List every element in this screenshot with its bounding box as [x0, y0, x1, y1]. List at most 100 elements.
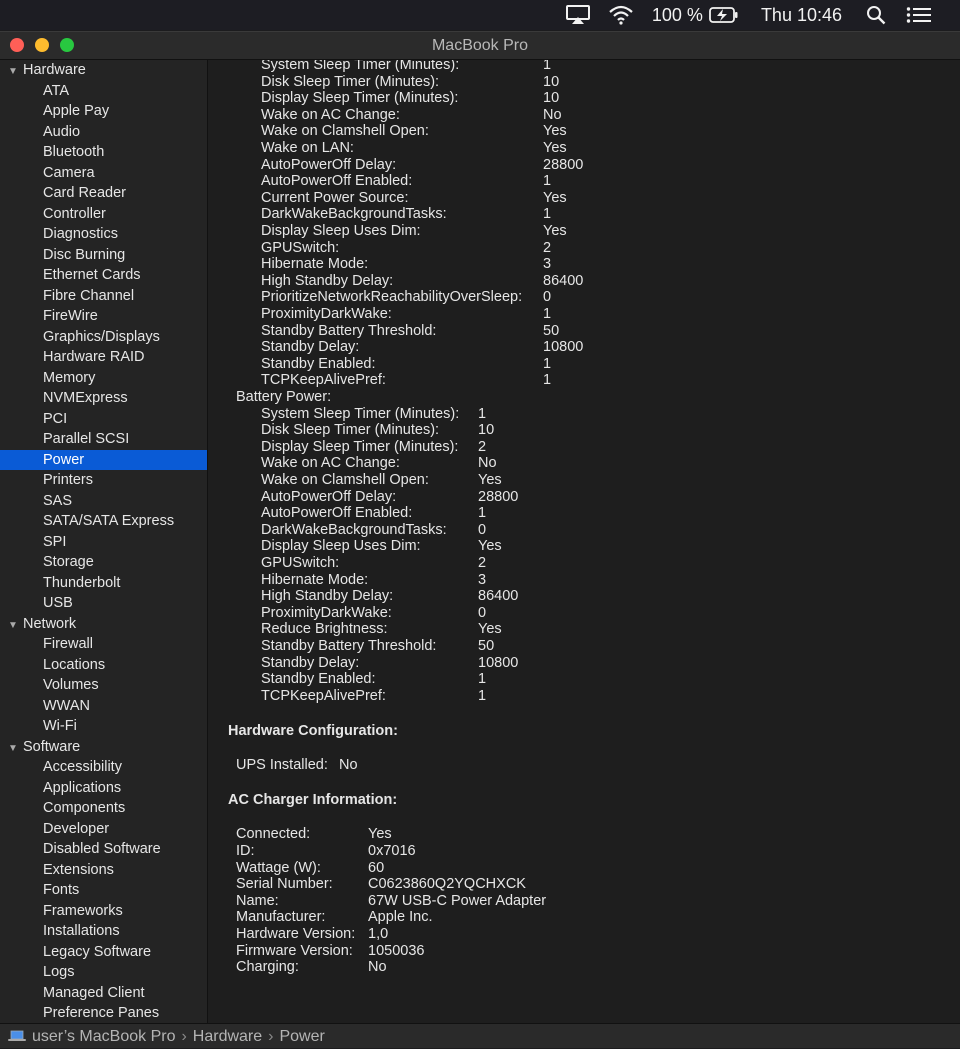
battery-charging-icon[interactable]: [709, 6, 739, 24]
field-label: Hibernate Mode:: [261, 571, 369, 588]
field-label: Standby Battery Threshold:: [261, 638, 437, 654]
field-value: 1: [543, 206, 552, 223]
sidebar-item-memory[interactable]: Memory: [0, 368, 207, 389]
sidebar-item-card-reader[interactable]: Card Reader: [0, 183, 207, 204]
airplay-icon[interactable]: [565, 5, 590, 25]
field-label: Wake on AC Change:: [261, 455, 400, 472]
field-value: 67W USB-C Power Adapter: [368, 892, 547, 909]
sidebar-item-accessibility[interactable]: Accessibility: [0, 757, 207, 778]
disclosure-triangle-icon[interactable]: ▼: [8, 62, 23, 83]
disclosure-triangle-icon[interactable]: ▼: [8, 616, 23, 637]
sidebar-item-firewall[interactable]: Firewall: [0, 634, 207, 655]
wifi-icon[interactable]: [608, 5, 634, 25]
zoom-button[interactable]: [60, 38, 74, 52]
close-button[interactable]: [10, 38, 24, 52]
sidebar-item-ata[interactable]: ATA: [0, 81, 207, 102]
field-label: DarkWakeBackgroundTasks:: [261, 206, 447, 223]
field-label: Firmware Version:: [236, 942, 353, 959]
sidebar-item-fonts[interactable]: Fonts: [0, 880, 207, 901]
sidebar-item-hardware-raid[interactable]: Hardware RAID: [0, 347, 207, 368]
disclosure-triangle-icon[interactable]: ▼: [8, 739, 23, 760]
sidebar-item-installations[interactable]: Installations: [0, 921, 207, 942]
sidebar-item-apple-pay[interactable]: Apple Pay: [0, 101, 207, 122]
path-crumb[interactable]: user’s MacBook Pro: [32, 1024, 175, 1049]
field-value: C0623860Q2YQCHXCK: [368, 876, 526, 893]
minimize-button[interactable]: [35, 38, 49, 52]
field-label: Wattage (W):: [236, 859, 321, 876]
field-label: AutoPowerOff Delay:: [261, 488, 397, 505]
sidebar-item-preference-panes[interactable]: Preference Panes: [0, 1003, 207, 1023]
field-value: Yes: [543, 123, 567, 140]
sidebar-item-wwan[interactable]: WWAN: [0, 696, 207, 717]
field-value: 1050036: [368, 942, 425, 959]
sidebar-item-printers[interactable]: Printers: [0, 470, 207, 491]
sidebar-item-extensions[interactable]: Extensions: [0, 860, 207, 881]
path-crumb[interactable]: Power: [279, 1024, 324, 1049]
sidebar-item-firewire[interactable]: FireWire: [0, 306, 207, 327]
sidebar-item-fibre-channel[interactable]: Fibre Channel: [0, 286, 207, 307]
menubar-clock[interactable]: Thu 10:46: [761, 5, 842, 26]
sidebar-item-volumes[interactable]: Volumes: [0, 675, 207, 696]
field-label: Standby Delay:: [261, 654, 360, 671]
sidebar-item-storage[interactable]: Storage: [0, 552, 207, 573]
field-label: System Sleep Timer (Minutes):: [261, 60, 460, 73]
path-crumb[interactable]: Hardware: [193, 1024, 262, 1049]
sidebar-item-pci[interactable]: PCI: [0, 409, 207, 430]
sidebar-item-sata-sata-express[interactable]: SATA/SATA Express: [0, 511, 207, 532]
sidebar-group-label: Network: [23, 615, 77, 632]
field-label: TCPKeepAlivePref:: [261, 687, 386, 704]
field-label: PrioritizeNetworkReachabilityOverSleep:: [261, 289, 523, 306]
sidebar-item-sas[interactable]: SAS: [0, 491, 207, 512]
field-value: No: [339, 757, 358, 774]
sidebar-item-legacy-software[interactable]: Legacy Software: [0, 942, 207, 963]
field-value: 1: [543, 173, 552, 190]
notification-center-icon[interactable]: [906, 6, 932, 24]
field-label: Wake on LAN:: [261, 140, 354, 156]
spotlight-search-icon[interactable]: [866, 5, 886, 25]
sidebar-item-locations[interactable]: Locations: [0, 655, 207, 676]
field-value: Yes: [543, 140, 567, 156]
sidebar-item-controller[interactable]: Controller: [0, 204, 207, 225]
sidebar-item-camera[interactable]: Camera: [0, 163, 207, 184]
field-value: 2: [478, 555, 487, 571]
sidebar-group-network[interactable]: ▼ Network: [0, 614, 207, 635]
battery-percent[interactable]: 100 %: [652, 5, 703, 26]
sidebar-item-diagnostics[interactable]: Diagnostics: [0, 224, 207, 245]
sidebar-group-software[interactable]: ▼ Software: [0, 737, 207, 758]
sidebar-item-wi-fi[interactable]: Wi-Fi: [0, 716, 207, 737]
field-label: Display Sleep Timer (Minutes):: [261, 438, 459, 455]
field-label: DarkWakeBackgroundTasks:: [261, 521, 447, 538]
sidebar-item-logs[interactable]: Logs: [0, 962, 207, 983]
field-label: Hibernate Mode:: [261, 256, 369, 273]
field-value: No: [478, 455, 497, 472]
field-label: AutoPowerOff Delay:: [261, 156, 397, 173]
sidebar-item-nvmexpress[interactable]: NVMExpress: [0, 388, 207, 409]
sidebar-item-parallel-scsi[interactable]: Parallel SCSI: [0, 429, 207, 450]
field-value: 86400: [478, 588, 519, 605]
sidebar-item-bluetooth[interactable]: Bluetooth: [0, 142, 207, 163]
sidebar-item-graphics-displays[interactable]: Graphics/Displays: [0, 327, 207, 348]
sidebar-group-hardware[interactable]: ▼ Hardware: [0, 60, 207, 81]
sidebar-item-developer[interactable]: Developer: [0, 819, 207, 840]
sidebar-item-components[interactable]: Components: [0, 798, 207, 819]
field-value: 2: [478, 438, 487, 455]
sidebar-item-applications[interactable]: Applications: [0, 778, 207, 799]
field-value: 10: [478, 422, 495, 439]
sidebar-item-ethernet-cards[interactable]: Ethernet Cards: [0, 265, 207, 286]
window-title: MacBook Pro: [431, 37, 529, 54]
field-value: 10: [543, 90, 560, 107]
field-label: Battery Power:: [236, 389, 332, 405]
window-titlebar[interactable]: MacBook Pro: [0, 32, 960, 60]
sidebar-item-disc-burning[interactable]: Disc Burning: [0, 245, 207, 266]
field-value: 10800: [543, 339, 584, 356]
sidebar-item-power[interactable]: Power: [0, 449, 207, 470]
sidebar-item-audio[interactable]: Audio: [0, 122, 207, 143]
field-value: 1: [478, 405, 487, 422]
sidebar-item-disabled-software[interactable]: Disabled Software: [0, 839, 207, 860]
sidebar-item-frameworks[interactable]: Frameworks: [0, 901, 207, 922]
field-value: 1: [478, 687, 487, 704]
sidebar-item-thunderbolt[interactable]: Thunderbolt: [0, 573, 207, 594]
sidebar-item-spi[interactable]: SPI: [0, 532, 207, 553]
sidebar-item-usb[interactable]: USB: [0, 593, 207, 614]
sidebar-item-managed-client[interactable]: Managed Client: [0, 983, 207, 1004]
